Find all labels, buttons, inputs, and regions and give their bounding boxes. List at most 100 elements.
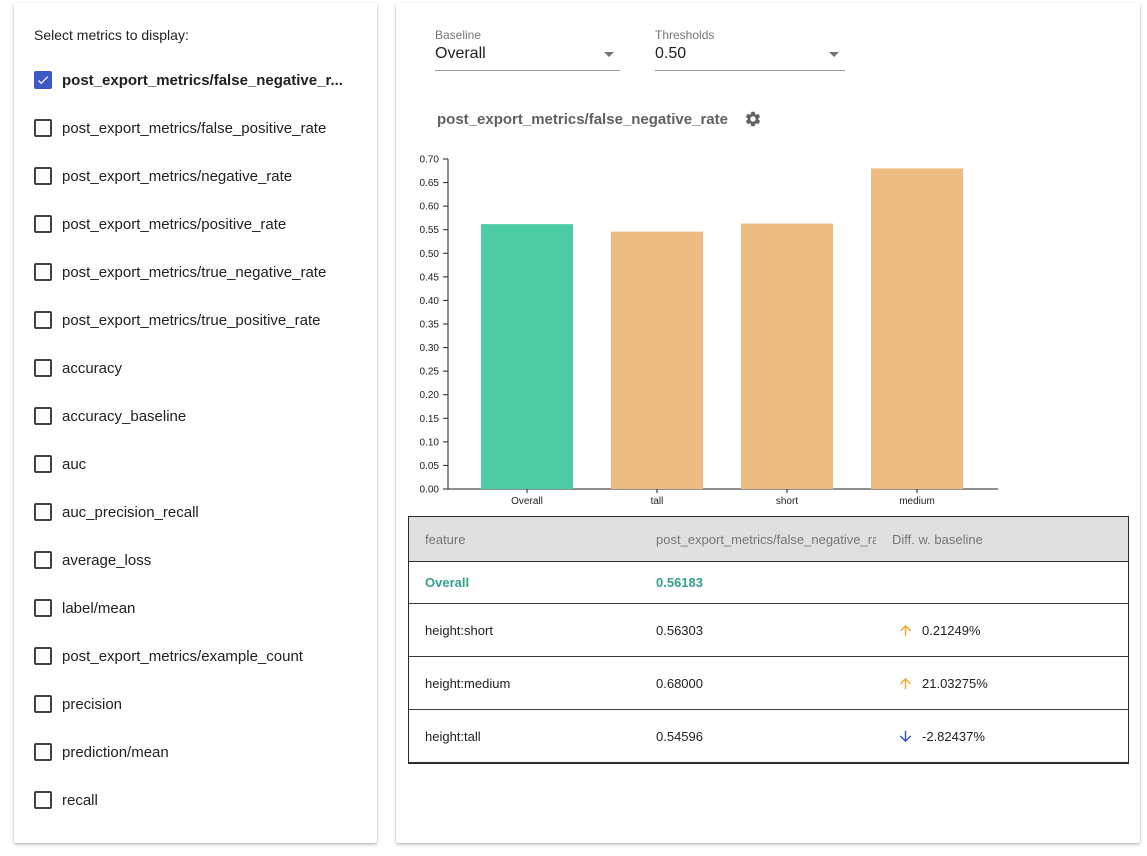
checkbox-unchecked-icon[interactable] xyxy=(34,407,52,425)
bar-short[interactable] xyxy=(741,224,833,489)
baseline-label: Baseline xyxy=(435,28,620,42)
feature-cell: height:short xyxy=(409,623,640,638)
metric-label: label/mean xyxy=(62,600,135,617)
baseline-value: Overall xyxy=(435,45,486,63)
thresholds-select[interactable]: Thresholds 0.50 xyxy=(655,28,845,71)
metric-checkbox-item[interactable]: post_export_metrics/positive_rate xyxy=(34,200,357,248)
diff-cell: 0.21249% xyxy=(876,622,1128,639)
metric-label: post_export_metrics/true_negative_rate xyxy=(62,264,326,281)
table-row[interactable]: height:medium0.6800021.03275% xyxy=(409,656,1128,709)
checkbox-unchecked-icon[interactable] xyxy=(34,311,52,329)
y-axis-tick-label: 0.60 xyxy=(420,202,440,213)
metric-checkbox-item[interactable]: post_export_metrics/negative_rate xyxy=(34,152,357,200)
metric-checkbox-item[interactable]: auc_precision_recall xyxy=(34,488,357,536)
checkbox-unchecked-icon[interactable] xyxy=(34,743,52,761)
metrics-sidebar-title: Select metrics to display: xyxy=(34,27,357,43)
checkbox-unchecked-icon[interactable] xyxy=(34,503,52,521)
bar-tall[interactable] xyxy=(611,232,703,489)
diff-cell: -2.82437% xyxy=(876,728,1128,745)
metric-checkbox-item[interactable]: post_export_metrics/true_negative_rate xyxy=(34,248,357,296)
y-axis-tick-label: 0.30 xyxy=(420,343,440,354)
chevron-down-icon xyxy=(604,52,614,57)
metric-label: post_export_metrics/example_count xyxy=(62,648,303,665)
col-header-metric: post_export_metrics/false_negative_rat..… xyxy=(640,532,876,547)
checkbox-unchecked-icon[interactable] xyxy=(34,791,52,809)
arrow-up-icon xyxy=(897,675,914,692)
metric-checkbox-item[interactable]: auc xyxy=(34,440,357,488)
y-axis-tick-label: 0.55 xyxy=(420,225,440,236)
gear-icon[interactable] xyxy=(744,110,762,128)
checkbox-unchecked-icon[interactable] xyxy=(34,647,52,665)
checkbox-unchecked-icon[interactable] xyxy=(34,455,52,473)
metric-checkbox-item[interactable]: label/mean xyxy=(34,584,357,632)
metric-checkbox-item[interactable]: average_loss xyxy=(34,536,357,584)
metric-label: post_export_metrics/negative_rate xyxy=(62,168,292,185)
col-header-feature: feature xyxy=(409,532,640,547)
y-axis-tick-label: 0.25 xyxy=(420,367,440,378)
checkbox-unchecked-icon[interactable] xyxy=(34,119,52,137)
feature-cell: Overall xyxy=(409,575,640,590)
metric-checkbox-item[interactable]: post_export_metrics/false_negative_r... xyxy=(34,56,357,104)
arrow-down-icon xyxy=(897,728,914,745)
feature-cell: height:medium xyxy=(409,676,640,691)
metric-checkbox-item[interactable]: post_export_metrics/example_count xyxy=(34,632,357,680)
x-axis-tick-label: Overall xyxy=(511,496,543,507)
x-axis-tick-label: short xyxy=(776,496,798,507)
metric-checkbox-item[interactable]: precision xyxy=(34,680,357,728)
metric-label: accuracy_baseline xyxy=(62,408,186,425)
metrics-sidebar: Select metrics to display: post_export_m… xyxy=(14,3,377,843)
table-row[interactable]: Overall0.56183 xyxy=(409,562,1128,603)
x-axis-tick-label: tall xyxy=(651,496,664,507)
metric-checkbox-item[interactable]: post_export_metrics/true_positive_rate xyxy=(34,296,357,344)
metric-label: post_export_metrics/false_positive_rate xyxy=(62,120,326,137)
checkbox-unchecked-icon[interactable] xyxy=(34,551,52,569)
diff-cell: 21.03275% xyxy=(876,675,1128,692)
diff-value: -2.82437% xyxy=(922,729,985,744)
metric-checkbox-item[interactable]: post_export_metrics/false_positive_rate xyxy=(34,104,357,152)
metric-value-cell: 0.54596 xyxy=(640,729,876,744)
metric-label: auc xyxy=(62,456,86,473)
checkbox-unchecked-icon[interactable] xyxy=(34,695,52,713)
diff-value: 0.21249% xyxy=(922,623,981,638)
thresholds-label: Thresholds xyxy=(655,28,845,42)
baseline-dropdown[interactable]: Overall xyxy=(435,45,620,71)
baseline-select[interactable]: Baseline Overall xyxy=(435,28,620,71)
y-axis-tick-label: 0.15 xyxy=(420,414,440,425)
checkbox-unchecked-icon[interactable] xyxy=(34,167,52,185)
checkbox-unchecked-icon[interactable] xyxy=(34,599,52,617)
checkbox-unchecked-icon[interactable] xyxy=(34,359,52,377)
metric-label: post_export_metrics/positive_rate xyxy=(62,216,286,233)
metrics-list: post_export_metrics/false_negative_r...p… xyxy=(34,56,357,824)
metric-checkbox-item[interactable]: recall xyxy=(34,776,357,824)
metric-value-cell: 0.68000 xyxy=(640,676,876,691)
metric-value-cell: 0.56183 xyxy=(640,575,876,590)
bar-Overall[interactable] xyxy=(481,224,573,489)
table-row[interactable]: height:tall0.54596 -2.82437% xyxy=(409,709,1128,762)
y-axis-tick-label: 0.00 xyxy=(420,485,440,496)
y-axis-tick-label: 0.45 xyxy=(420,272,440,283)
metric-label: accuracy xyxy=(62,360,122,377)
y-axis-tick-label: 0.40 xyxy=(420,296,440,307)
x-axis-tick-label: medium xyxy=(899,496,935,507)
thresholds-dropdown[interactable]: 0.50 xyxy=(655,45,845,71)
checkbox-checked-icon[interactable] xyxy=(34,71,52,89)
metric-checkbox-item[interactable]: accuracy_baseline xyxy=(34,392,357,440)
metric-label: post_export_metrics/false_negative_r... xyxy=(62,72,343,89)
metric-label: prediction/mean xyxy=(62,744,169,761)
y-axis-tick-label: 0.70 xyxy=(420,155,440,166)
metric-checkbox-item[interactable]: prediction/mean xyxy=(34,728,357,776)
table-row[interactable]: height:short0.563030.21249% xyxy=(409,603,1128,656)
y-axis-tick-label: 0.20 xyxy=(420,390,440,401)
thresholds-value: 0.50 xyxy=(655,45,686,63)
y-axis-tick-label: 0.05 xyxy=(420,461,440,472)
feature-cell: height:tall xyxy=(409,729,640,744)
metric-label: post_export_metrics/true_positive_rate xyxy=(62,312,320,329)
checkbox-unchecked-icon[interactable] xyxy=(34,263,52,281)
chevron-down-icon xyxy=(829,52,839,57)
metric-checkbox-item[interactable]: accuracy xyxy=(34,344,357,392)
bar-medium[interactable] xyxy=(871,168,963,489)
col-header-diff: Diff. w. baseline xyxy=(876,532,1128,547)
y-axis-tick-label: 0.10 xyxy=(420,437,440,448)
checkbox-unchecked-icon[interactable] xyxy=(34,215,52,233)
y-axis-tick-label: 0.50 xyxy=(420,249,440,260)
